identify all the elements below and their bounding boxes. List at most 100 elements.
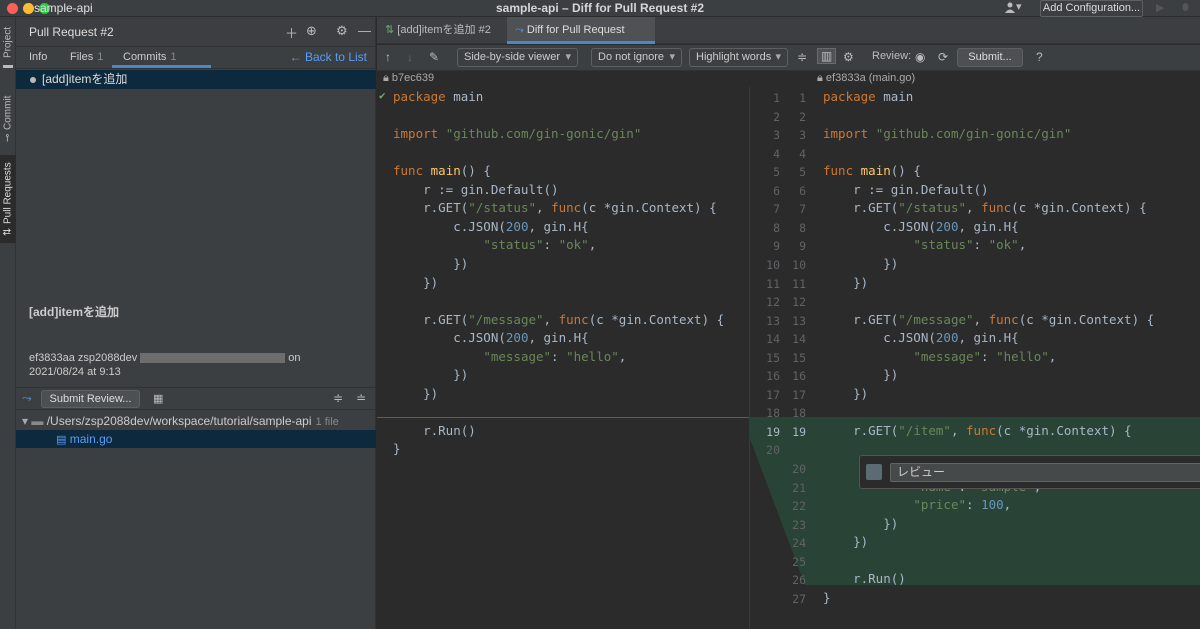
collapse-unchanged-icon[interactable]: ≑	[797, 50, 807, 64]
avatar	[866, 464, 882, 480]
diff-code-area: ✔ package main import "github.com/gin-gon…	[377, 87, 1200, 629]
right-line-number: 25	[792, 554, 806, 569]
panel-title: Pull Request #2	[29, 25, 114, 39]
submit-review-button[interactable]: Submit Review...	[41, 390, 140, 408]
right-line-number: 3	[799, 128, 806, 143]
gear-icon[interactable]: ⚙	[336, 23, 348, 39]
right-line-number: 2	[799, 109, 806, 124]
panel-header: Pull Request #2 ＋ ⊕ ⚙ —	[16, 17, 375, 47]
hide-icon[interactable]: —	[358, 23, 371, 38]
editor-tabs: ⇅ [add]itemを追加 #2 ⤳ Diff for Pull Reques…	[377, 17, 1200, 63]
review-comment-box: レビュー	[859, 455, 1200, 489]
run-icon[interactable]: ▶	[1156, 1, 1164, 14]
next-change-icon[interactable]: ↓	[407, 50, 413, 64]
left-code-line: r.GET("/status", func(c *gin.Context) {	[393, 200, 717, 216]
tab-commits-count: 1	[170, 51, 177, 63]
minimize-window-button[interactable]	[23, 3, 34, 14]
left-code-line: "status": "ok",	[483, 237, 597, 253]
highlight-dropdown[interactable]: Highlight words	[689, 48, 788, 67]
right-code-line: "status": "ok",	[913, 237, 1027, 253]
tab-pr-details[interactable]: ⇅ [add]itemを追加 #2	[377, 17, 505, 44]
left-code-line: r.GET("/message", func(c *gin.Context) {	[393, 311, 725, 327]
right-code-line: })	[823, 515, 899, 531]
tab-files-count: 1	[97, 51, 104, 63]
commit-tool-tab[interactable]: ⊸ Commit	[0, 91, 16, 147]
left-code-line: r := gin.Default()	[393, 181, 559, 197]
add-configuration-button[interactable]: Add Configuration...	[1040, 0, 1143, 17]
left-code-line: r.Run()	[393, 422, 476, 438]
back-to-list-link[interactable]: ← Back to List	[290, 50, 367, 64]
expand-all-icon[interactable]: ≑	[333, 391, 343, 405]
left-code-line: "message": "hello",	[483, 348, 627, 364]
tab-pr-details-label: [add]itemを追加 #2	[397, 24, 491, 36]
right-code-line: })	[823, 367, 899, 383]
right-line-number: 26	[792, 573, 806, 588]
right-code-line: func main() {	[823, 163, 921, 179]
tab-files-label: Files	[70, 51, 94, 63]
right-code-line: r.GET("/status", func(c *gin.Context) {	[823, 200, 1147, 216]
close-window-button[interactable]	[7, 3, 18, 14]
refresh-icon[interactable]: ⟳	[938, 50, 948, 64]
debug-icon[interactable]	[1180, 1, 1191, 15]
eye-icon[interactable]: ◉	[915, 50, 925, 64]
tab-info[interactable]: Info	[29, 51, 47, 63]
tree-folder-node[interactable]: ▾ ▬ /Users/zsp2088dev/workspace/tutorial…	[16, 412, 376, 430]
chevron-down-icon: ▾	[22, 414, 29, 428]
globe-icon[interactable]: ⊕	[306, 23, 317, 39]
gear-icon[interactable]: ⚙	[843, 50, 854, 64]
diff-icon[interactable]: ⤳	[22, 391, 32, 406]
right-revision: 🔒︎ ef3833a (main.go)	[817, 72, 915, 85]
commit-list-item[interactable]: [add]itemを追加	[16, 70, 376, 89]
commit-dot-icon	[30, 76, 36, 83]
right-code-line: "price": 100,	[913, 497, 1012, 513]
right-code-line: r.GET("/message", func(c *gin.Context) {	[823, 311, 1155, 327]
right-code-line: c.JSON(200, gin.H{	[823, 330, 1019, 346]
right-line-number: 13	[792, 313, 806, 328]
right-code-line: r.Run()	[823, 571, 906, 587]
right-line-number: 4	[799, 146, 806, 161]
commit-detail-title: [add]itemを追加	[29, 305, 120, 319]
left-code-line: }	[393, 441, 401, 457]
right-code-line: })	[823, 385, 869, 401]
user-icon[interactable]: ▾	[1004, 0, 1028, 16]
tab-commits[interactable]: Commits 1	[112, 51, 211, 68]
tree-file-node[interactable]: ▤ main.go	[16, 430, 376, 448]
left-revision-label: b7ec639	[391, 72, 435, 84]
tree-folder-path: /Users/zsp2088dev/workspace/tutorial/sam…	[46, 414, 312, 428]
collapse-all-icon[interactable]: ≐	[356, 391, 366, 405]
tool-window-strip: ▬ Project ⊸ Commit ⇅ Pull Requests	[0, 17, 16, 629]
pull-request-icon: ⇅	[2, 227, 14, 237]
tab-diff[interactable]: ⤳ Diff for Pull Request #2✕	[507, 17, 655, 63]
commit-date: 2021/08/24 at 9:13	[29, 366, 121, 378]
viewer-dropdown[interactable]: Side-by-side viewer	[457, 48, 578, 67]
right-line-number: 21	[792, 480, 806, 495]
left-line-number: 20	[766, 443, 780, 458]
left-pane[interactable]: package main import "github.com/gin-gonic…	[377, 87, 749, 629]
review-input[interactable]: レビュー	[890, 463, 1200, 482]
lock-icon: 🔒︎	[383, 72, 389, 84]
project-tool-tab[interactable]: ▬ Project	[0, 25, 16, 75]
submit-button[interactable]: Submit...	[957, 48, 1023, 67]
left-code-line: })	[393, 367, 469, 383]
pull-requests-tool-tab[interactable]: ⇅ Pull Requests	[0, 155, 16, 243]
sync-scroll-icon[interactable]: ▥	[817, 48, 837, 64]
right-line-number: 5	[799, 165, 806, 180]
whitespace-dropdown[interactable]: Do not ignore	[591, 48, 682, 67]
edit-icon[interactable]: ✎	[429, 50, 439, 64]
right-line-number: 15	[792, 350, 806, 365]
tab-files[interactable]: Files 1	[70, 51, 103, 63]
lock-icon: 🔒︎	[817, 72, 823, 84]
line-number-gutter: 1 2 3 4 5 6 7 8 9 10 11 12 13 14 15 16 17 18 19 20 1 2 3 4 5 6 7 8 9…	[750, 87, 806, 629]
folder-icon: ▬	[2, 62, 14, 74]
group-by-icon[interactable]: ▦	[153, 392, 163, 405]
right-line-number: 19	[792, 424, 806, 439]
add-icon[interactable]: ＋	[285, 23, 298, 42]
right-code-line: c.JSON(200, gin.H{	[823, 218, 1019, 234]
help-icon[interactable]: ?	[1036, 50, 1043, 64]
right-pane[interactable]: package main import "github.com/gin-gonic…	[807, 87, 1200, 629]
left-code-line: package main	[393, 89, 484, 104]
previous-change-icon[interactable]: ↑	[385, 50, 391, 64]
right-line-number: 27	[792, 591, 806, 606]
right-line-number: 9	[799, 239, 806, 254]
commit-tool-label: Commit	[2, 95, 14, 131]
